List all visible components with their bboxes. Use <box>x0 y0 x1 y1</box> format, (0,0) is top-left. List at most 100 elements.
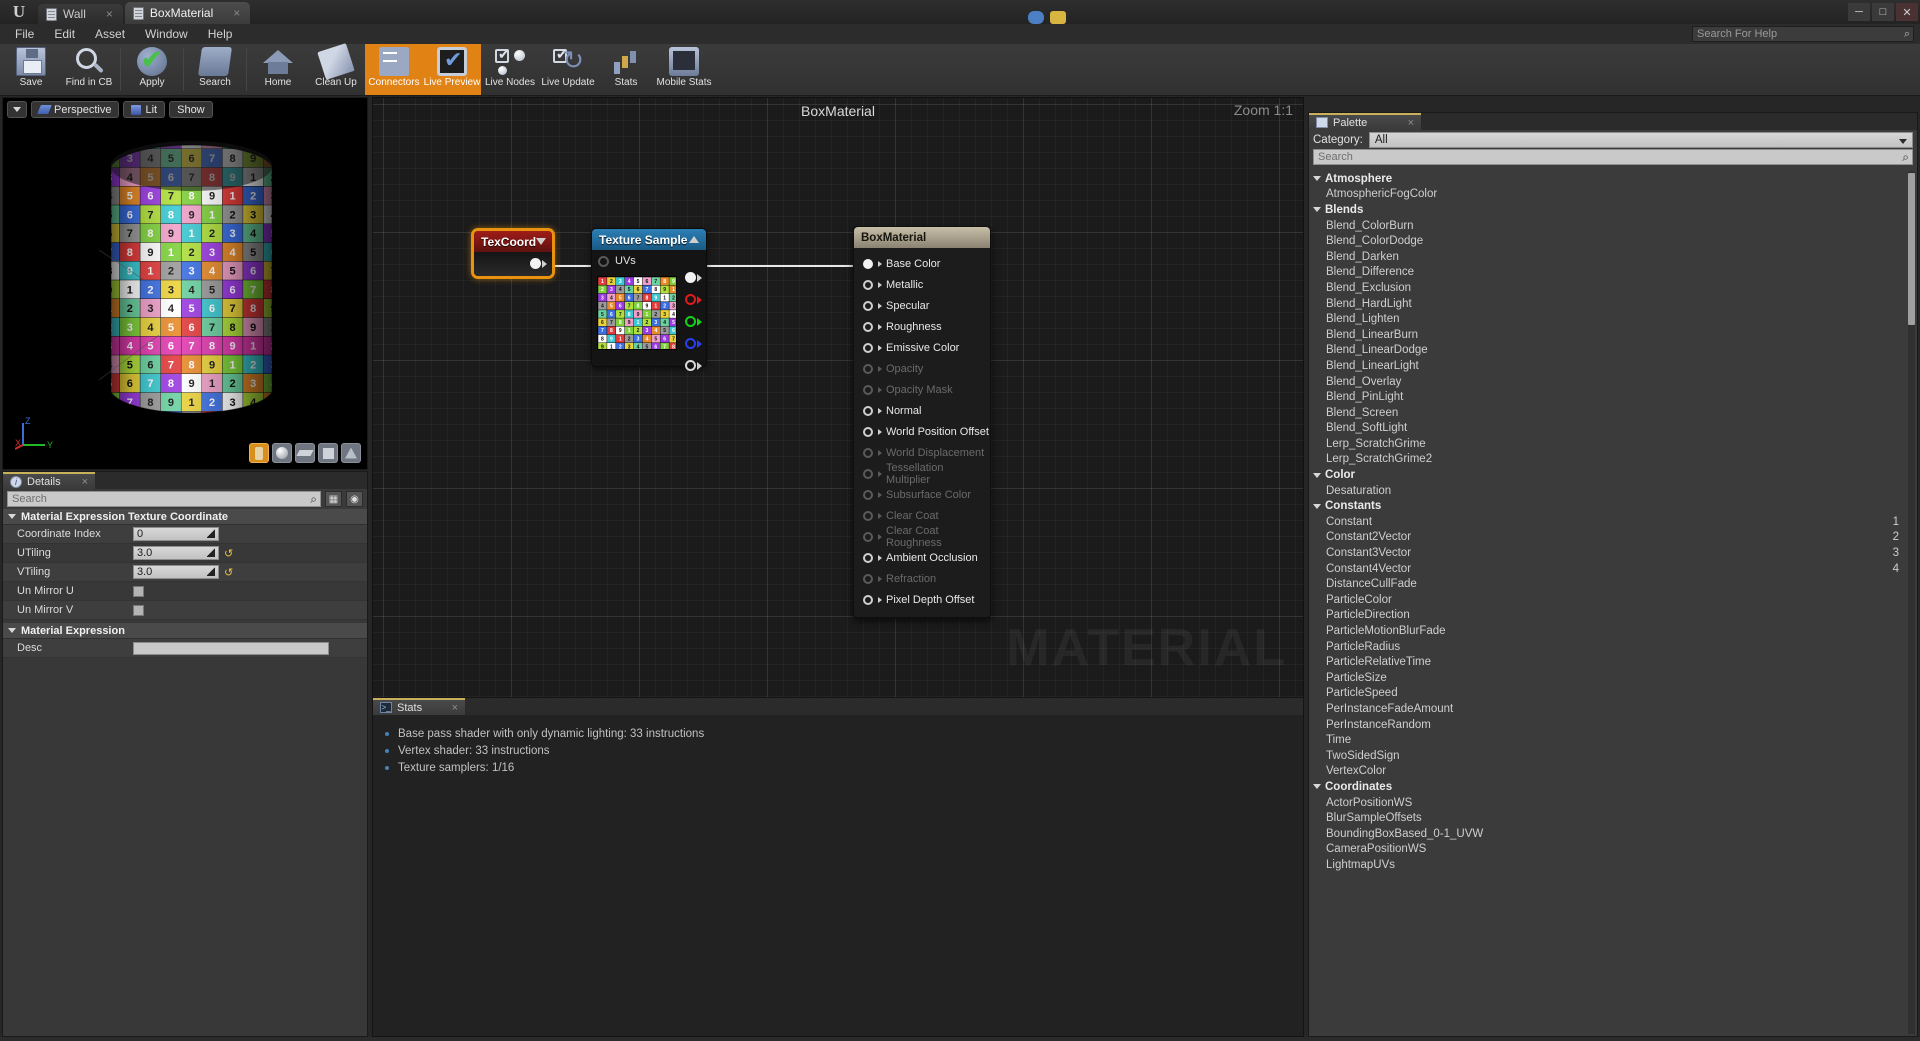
preview-shape-custom-mesh-button[interactable] <box>341 443 361 463</box>
palette-item[interactable]: Blend_ColorDodge <box>1309 233 1917 249</box>
output-pin-g[interactable] <box>685 316 696 327</box>
details-grid-view-button[interactable]: ▦ <box>325 491 342 507</box>
chevron-down-icon[interactable] <box>536 238 547 245</box>
viewport-options-button[interactable] <box>7 101 27 118</box>
close-icon[interactable]: × <box>452 702 458 714</box>
viewport-perspective-button[interactable]: Perspective <box>31 101 120 118</box>
palette-item[interactable]: BlurSampleOffsets <box>1309 810 1917 826</box>
node-texcoord[interactable]: TexCoord <box>471 228 555 279</box>
palette-item[interactable]: ParticleRelativeTime <box>1309 654 1917 670</box>
menu-edit[interactable]: Edit <box>45 25 84 43</box>
preview-shape-plane-button[interactable] <box>295 443 315 463</box>
palette-item[interactable]: Blend_SoftLight <box>1309 421 1917 437</box>
menu-file[interactable]: File <box>6 25 43 43</box>
palette-category-atmosphere[interactable]: Atmosphere <box>1309 171 1917 187</box>
palette-item[interactable]: ParticleMotionBlurFade <box>1309 623 1917 639</box>
asset-tab-boxmaterial[interactable]: BoxMaterial × <box>124 2 251 24</box>
palette-item[interactable]: Blend_ColorBurn <box>1309 218 1917 234</box>
help-search-input[interactable]: Search For Help ⌕ <box>1692 26 1914 42</box>
palette-item[interactable]: BoundingBoxBased_0-1_UVW <box>1309 826 1917 842</box>
close-icon[interactable]: × <box>106 7 113 21</box>
material-input-pin[interactable] <box>863 363 873 374</box>
coordinate-index-input[interactable]: 0 <box>133 527 219 541</box>
output-pin-rgb[interactable] <box>685 272 696 283</box>
node-box-material-header[interactable]: BoxMaterial <box>854 227 990 248</box>
material-input-pin[interactable] <box>863 468 873 479</box>
palette-item[interactable]: LightmapUVs <box>1309 857 1917 873</box>
preview-shape-cube-button[interactable] <box>318 443 338 463</box>
palette-item[interactable]: Constant 1 <box>1309 514 1917 530</box>
close-icon[interactable]: × <box>82 476 88 488</box>
palette-item[interactable]: ParticleColor <box>1309 592 1917 608</box>
palette-item[interactable]: Constant3Vector 3 <box>1309 545 1917 561</box>
palette-category-coordinates[interactable]: Coordinates <box>1309 779 1917 795</box>
viewport-show-button[interactable]: Show <box>169 101 213 118</box>
desc-input[interactable] <box>133 641 329 655</box>
toolbar-button-home[interactable]: Home <box>249 44 307 95</box>
palette-category-dropdown[interactable]: All <box>1368 131 1913 148</box>
palette-category-color[interactable]: Color <box>1309 467 1917 483</box>
palette-category-constants[interactable]: Constants <box>1309 498 1917 514</box>
palette-item[interactable]: ParticleDirection <box>1309 608 1917 624</box>
node-texcoord-header[interactable]: TexCoord <box>474 231 552 252</box>
toolbar-button-live-preview[interactable]: Live Preview <box>423 44 481 95</box>
material-input-pin[interactable] <box>863 279 873 290</box>
un-mirror-u-checkbox[interactable] <box>133 585 144 597</box>
palette-item[interactable]: Lerp_ScratchGrime <box>1309 436 1917 452</box>
output-pin-r[interactable] <box>685 294 696 305</box>
palette-item[interactable]: Blend_Difference <box>1309 265 1917 281</box>
palette-item[interactable]: ParticleRadius <box>1309 639 1917 655</box>
palette-item[interactable]: Blend_Exclusion <box>1309 280 1917 296</box>
node-texture-sample[interactable]: Texture Sample UVs 123456789234567891345… <box>591 228 707 371</box>
palette-item[interactable]: Blend_PinLight <box>1309 389 1917 405</box>
toolbar-button-live-update[interactable]: Live Update <box>539 44 597 95</box>
material-input-pin[interactable] <box>863 300 873 311</box>
details-group-header-texture-coordinate[interactable]: Material Expression Texture Coordinate <box>3 509 367 525</box>
toolbar-button-mobile-stats[interactable]: Mobile Stats <box>655 44 713 95</box>
cloud-icon[interactable] <box>1028 11 1045 24</box>
chevron-up-icon[interactable] <box>689 236 699 243</box>
material-input-pin[interactable] <box>863 384 873 395</box>
menu-help[interactable]: Help <box>199 25 242 43</box>
material-preview-viewport[interactable]: Perspective Lit Show 1 2 3 4 5 6 7 8 9 2… <box>2 97 368 470</box>
output-pin-b[interactable] <box>685 338 696 349</box>
toolbar-button-clean-up[interactable]: Clean Up <box>307 43 365 95</box>
palette-item[interactable]: ParticleSpeed <box>1309 686 1917 702</box>
palette-item[interactable]: ActorPositionWS <box>1309 795 1917 811</box>
palette-search-input[interactable]: Search ⌕ <box>1313 149 1913 165</box>
close-icon[interactable]: × <box>1408 117 1414 129</box>
material-input-pin[interactable] <box>863 552 873 563</box>
palette-item[interactable]: Blend_Lighten <box>1309 311 1917 327</box>
toolbar-button-search[interactable]: Search <box>186 44 244 95</box>
details-visibility-button[interactable]: ◉ <box>346 491 363 507</box>
maximize-button[interactable]: □ <box>1872 3 1894 21</box>
palette-item[interactable]: Lerp_ScratchGrime2 <box>1309 452 1917 468</box>
material-input-pin[interactable] <box>863 258 873 269</box>
spinner-icon[interactable] <box>207 567 215 576</box>
palette-item[interactable]: DistanceCullFade <box>1309 576 1917 592</box>
material-input-pin[interactable] <box>863 594 873 605</box>
palette-item[interactable]: AtmosphericFogColor <box>1309 187 1917 203</box>
material-input-pin[interactable] <box>863 489 873 500</box>
node-box-material[interactable]: BoxMaterial Base Color Metallic Specular Ro… <box>853 226 991 618</box>
material-input-pin[interactable] <box>863 510 873 521</box>
material-input-pin[interactable] <box>863 447 873 458</box>
material-input-pin[interactable] <box>863 573 873 584</box>
palette-item[interactable]: Blend_LinearDodge <box>1309 343 1917 359</box>
palette-item[interactable]: Desaturation <box>1309 483 1917 499</box>
vtiling-input[interactable]: 3.0 <box>133 565 219 579</box>
toolbar-button-apply[interactable]: Apply <box>123 44 181 95</box>
output-pin-uv[interactable] <box>530 258 541 269</box>
palette-item[interactable]: Blend_Screen <box>1309 405 1917 421</box>
utiling-input[interactable]: 3.0 <box>133 546 219 560</box>
material-node-graph[interactable]: BoxMaterial Zoom 1:1 MATERIAL TexCoord T… <box>372 97 1304 701</box>
reset-to-default-icon[interactable]: ↺ <box>224 566 233 579</box>
input-pin-uvs[interactable] <box>598 255 609 267</box>
palette-item[interactable]: Blend_LinearLight <box>1309 358 1917 374</box>
menu-asset[interactable]: Asset <box>86 25 134 43</box>
preview-shape-cylinder-button[interactable] <box>249 443 269 463</box>
palette-item[interactable]: TwoSidedSign <box>1309 748 1917 764</box>
reset-to-default-icon[interactable]: ↺ <box>224 547 233 560</box>
details-group-header-material-expression[interactable]: Material Expression <box>3 623 367 639</box>
material-input-pin[interactable] <box>863 342 873 353</box>
